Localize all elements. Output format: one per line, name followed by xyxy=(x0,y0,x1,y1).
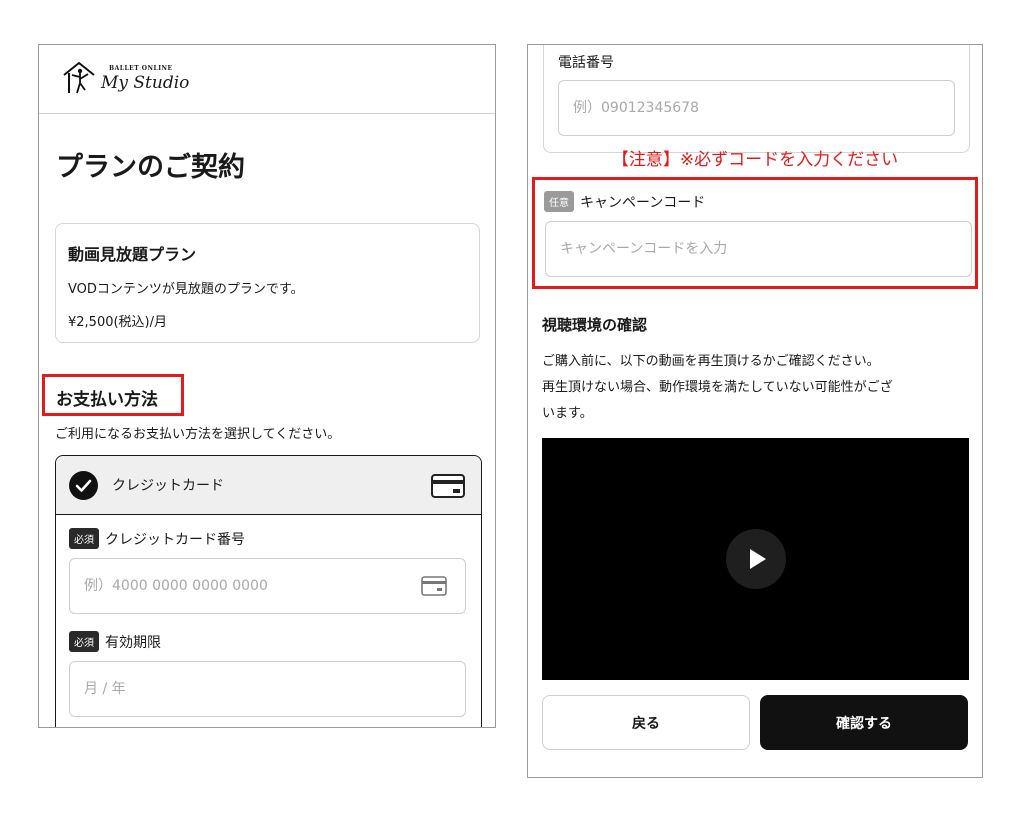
plan-description: VODコンテンツが見放題のプランです。 xyxy=(68,282,304,297)
expiry-input[interactable] xyxy=(70,662,465,716)
expiry-label: 必須 有効期限 xyxy=(69,631,161,652)
ballerina-house-icon xyxy=(63,61,95,94)
expiry-label-text: 有効期限 xyxy=(105,635,161,651)
card-number-label: 必須 クレジットカード番号 xyxy=(69,528,245,549)
viewing-environment-title: 視聴環境の確認 xyxy=(542,316,648,334)
logo-title: My Studio xyxy=(101,73,190,93)
payment-title-highlight: お支払い方法 xyxy=(42,374,184,416)
phone-field-wrapper xyxy=(558,80,955,136)
phone-label: 電話番号 xyxy=(558,55,614,71)
credit-card-option-label: クレジットカード xyxy=(112,478,224,494)
plan-price: ¥2,500(税込)/月 xyxy=(68,315,168,330)
card-number-field-wrapper xyxy=(69,558,466,614)
payment-section-description: ご利用になるお支払い方法を選択してください。 xyxy=(55,427,341,442)
card-number-input[interactable] xyxy=(70,559,465,613)
confirmation-panel: 電話番号 【注意】※必ずコードを入力ください 任意キャンペーンコード 視聴環境の… xyxy=(527,44,983,778)
page-title: プランのご契約 xyxy=(56,152,245,183)
campaign-code-label-text: キャンペーンコード xyxy=(580,195,706,211)
credit-card-option[interactable]: クレジットカード xyxy=(56,456,481,515)
check-circle-icon xyxy=(69,471,98,500)
campaign-code-notice: 【注意】※必ずコードを入力ください xyxy=(611,150,899,170)
phone-field-group: 電話番号 xyxy=(543,45,970,153)
viewing-description-line-1: ご購入前に、以下の動画を再生頂けるかご確認ください。 xyxy=(542,354,880,369)
viewing-description-line-3: います。 xyxy=(542,406,593,421)
required-badge: 必須 xyxy=(69,631,99,652)
plan-card: 動画見放題プラン VODコンテンツが見放題のプランです。 ¥2,500(税込)/… xyxy=(55,223,480,343)
credit-card-icon xyxy=(421,576,447,596)
campaign-code-label: 任意 キャンペーンコード xyxy=(544,191,705,212)
card-number-label-text: クレジットカード番号 xyxy=(105,532,245,548)
plan-contract-panel: BALLET ONLINE My Studio プランのご契約 動画見放題プラン… xyxy=(38,44,496,728)
expiry-field-wrapper xyxy=(69,661,466,717)
logo-subtitle: BALLET ONLINE xyxy=(109,65,173,72)
plan-name: 動画見放題プラン xyxy=(68,245,197,264)
optional-badge: 任意 xyxy=(544,191,574,212)
play-icon xyxy=(750,549,766,569)
viewing-description-line-2: 再生頂けない場合、動作環境を満たしていない可能性がござ xyxy=(542,380,893,395)
back-button[interactable]: 戻る xyxy=(542,695,750,750)
campaign-code-highlight: 任意 キャンペーンコード xyxy=(532,177,978,289)
payment-method-box: クレジットカード 必須クレジットカード番号 必須有効期限 xyxy=(55,455,482,727)
campaign-code-field-wrapper xyxy=(545,221,972,277)
site-header: BALLET ONLINE My Studio xyxy=(39,45,495,114)
credit-card-icon xyxy=(431,474,465,498)
phone-input[interactable] xyxy=(559,81,954,135)
confirm-button[interactable]: 確認する xyxy=(760,695,968,750)
play-button[interactable] xyxy=(726,529,786,589)
test-video-player[interactable] xyxy=(542,438,969,680)
my-studio-logo[interactable]: BALLET ONLINE My Studio xyxy=(61,59,201,99)
payment-section-title: お支払い方法 xyxy=(56,390,158,410)
required-badge: 必須 xyxy=(69,528,99,549)
campaign-code-input[interactable] xyxy=(546,222,971,276)
